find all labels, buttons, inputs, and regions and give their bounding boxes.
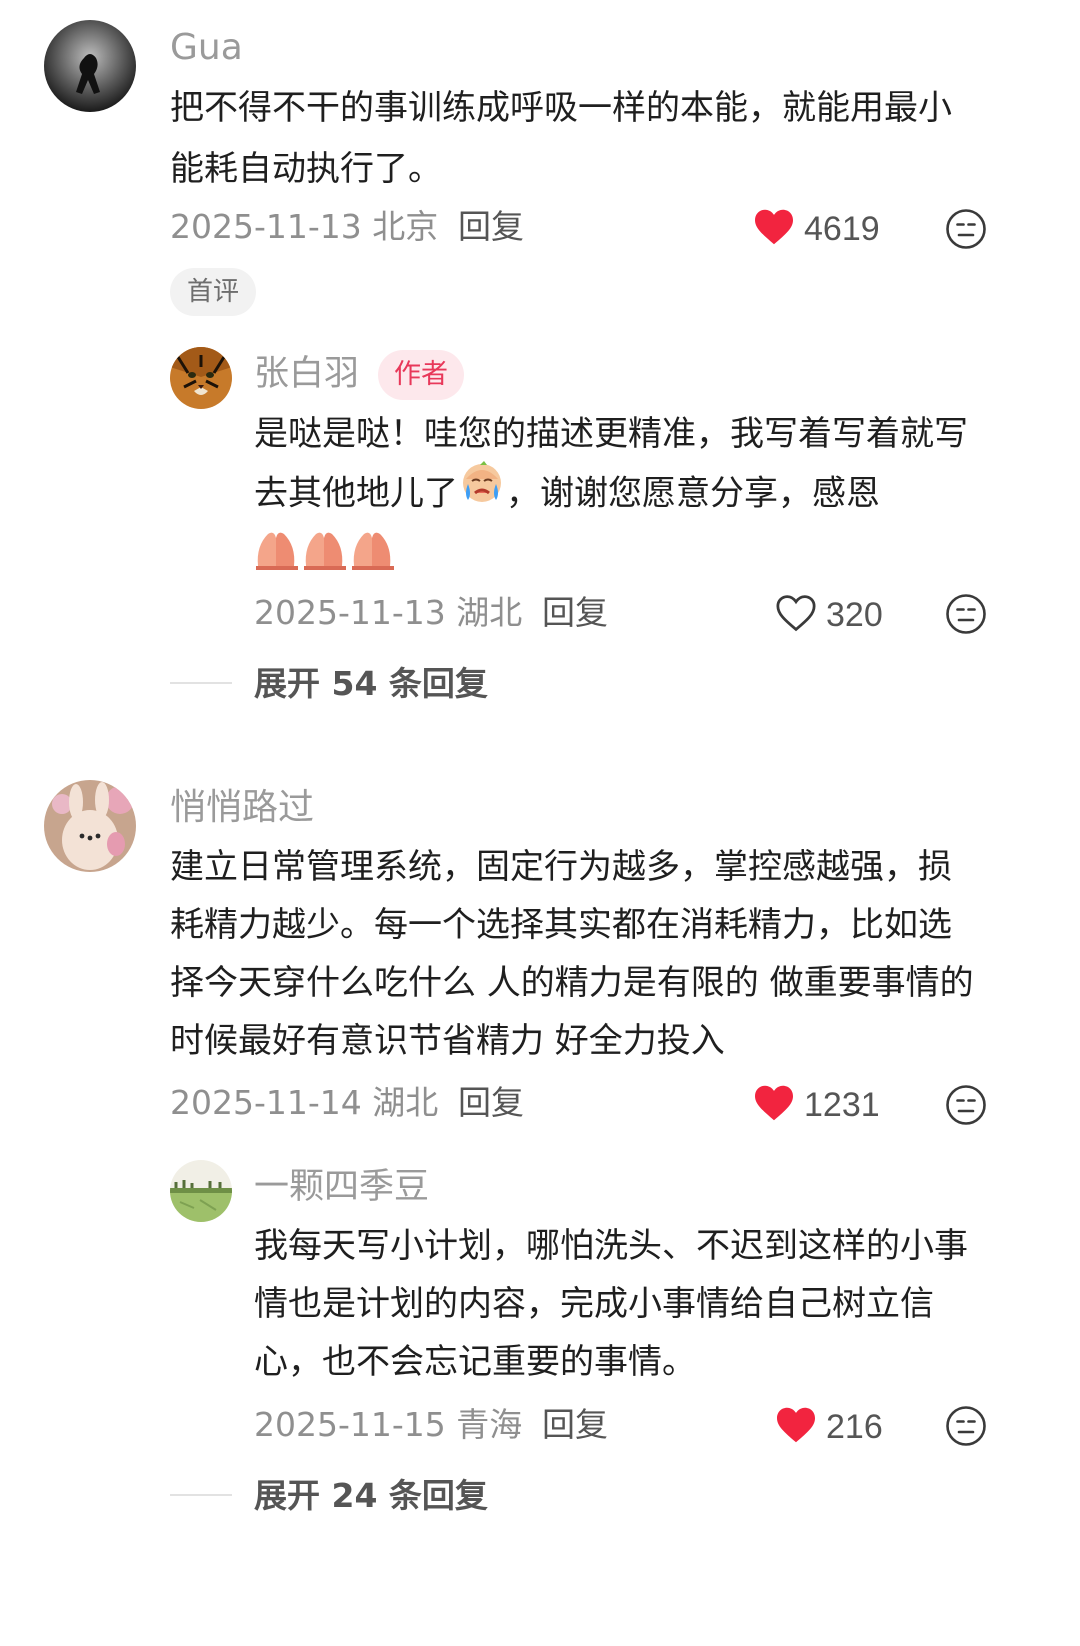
reply-username[interactable]: 一颗四季豆 xyxy=(254,1170,429,1205)
heart-icon[interactable] xyxy=(753,1084,795,1126)
emoji-face-icon[interactable] xyxy=(945,208,987,254)
avatar[interactable] xyxy=(44,780,136,872)
reply-button[interactable]: 回复 xyxy=(458,210,524,243)
reply-location: 湖北 xyxy=(456,593,523,632)
reply-button[interactable]: 回复 xyxy=(542,596,608,629)
comment-username[interactable]: 悄悄路过 xyxy=(170,790,314,826)
emoji-face-icon[interactable] xyxy=(945,593,987,639)
heart-icon[interactable] xyxy=(775,594,817,636)
reply-date: 2025-11-13 xyxy=(254,593,446,632)
reply-text: 我每天写小计划，哪怕洗头、不迟到这样的小事情也是计划的内容，完成小事情给自己树立… xyxy=(254,1226,968,1382)
comment-meta: 2025-11-14 湖北 xyxy=(170,1086,438,1119)
comment-location: 湖北 xyxy=(372,1083,439,1122)
comment-date: 2025-11-14 xyxy=(170,1083,362,1122)
avatar[interactable] xyxy=(170,1160,232,1222)
reply-location: 青海 xyxy=(456,1405,523,1444)
reply-text-part: ，谢谢您愿意分享，感恩 xyxy=(506,473,880,514)
comment-meta: 2025-11-13 北京 xyxy=(170,210,438,243)
expand-divider xyxy=(170,682,232,684)
crying-emoji xyxy=(458,459,506,523)
avatar[interactable] xyxy=(44,20,136,112)
heart-icon[interactable] xyxy=(775,1406,817,1448)
emoji-face-icon[interactable] xyxy=(945,1084,987,1130)
reply-meta: 2025-11-15 青海 xyxy=(254,1408,522,1441)
expand-replies-button[interactable]: 展开 24 条回复 xyxy=(254,1479,488,1512)
like-count: 320 xyxy=(826,596,883,634)
reply-date: 2025-11-15 xyxy=(254,1405,446,1444)
reply-username[interactable]: 张白羽 xyxy=(254,357,359,392)
expand-divider xyxy=(170,1494,232,1496)
comment-text: 建立日常管理系统，固定行为越多，掌控感越强，损耗精力越少。每一个选择其实都在消耗… xyxy=(170,847,974,1061)
comment-date: 2025-11-13 xyxy=(170,207,362,246)
reply-text: 是哒是哒！哇您的描述更精准，我写着写着就写去其他地儿了 ，谢谢您愿意分享，感恩 xyxy=(254,405,989,588)
praying-hands-emoji xyxy=(254,528,398,588)
reply-meta: 2025-11-13 湖北 xyxy=(254,596,522,629)
like-count: 216 xyxy=(826,1408,883,1446)
author-badge: 作者 xyxy=(378,350,464,400)
comment-text: 把不得不干的事训练成呼吸一样的本能，就能用最小能耗自动执行了。 xyxy=(170,88,952,189)
like-count: 4619 xyxy=(804,210,880,248)
first-comment-badge: 首评 xyxy=(170,268,257,316)
reply-button[interactable]: 回复 xyxy=(458,1086,524,1119)
comment-location: 北京 xyxy=(372,207,439,246)
heart-icon[interactable] xyxy=(753,208,795,250)
expand-replies-button[interactable]: 展开 54 条回复 xyxy=(254,667,488,700)
emoji-face-icon[interactable] xyxy=(945,1405,987,1451)
like-count: 1231 xyxy=(804,1086,880,1124)
avatar[interactable] xyxy=(170,347,232,409)
reply-button[interactable]: 回复 xyxy=(542,1408,608,1441)
comment-username[interactable]: Gua xyxy=(170,30,243,66)
